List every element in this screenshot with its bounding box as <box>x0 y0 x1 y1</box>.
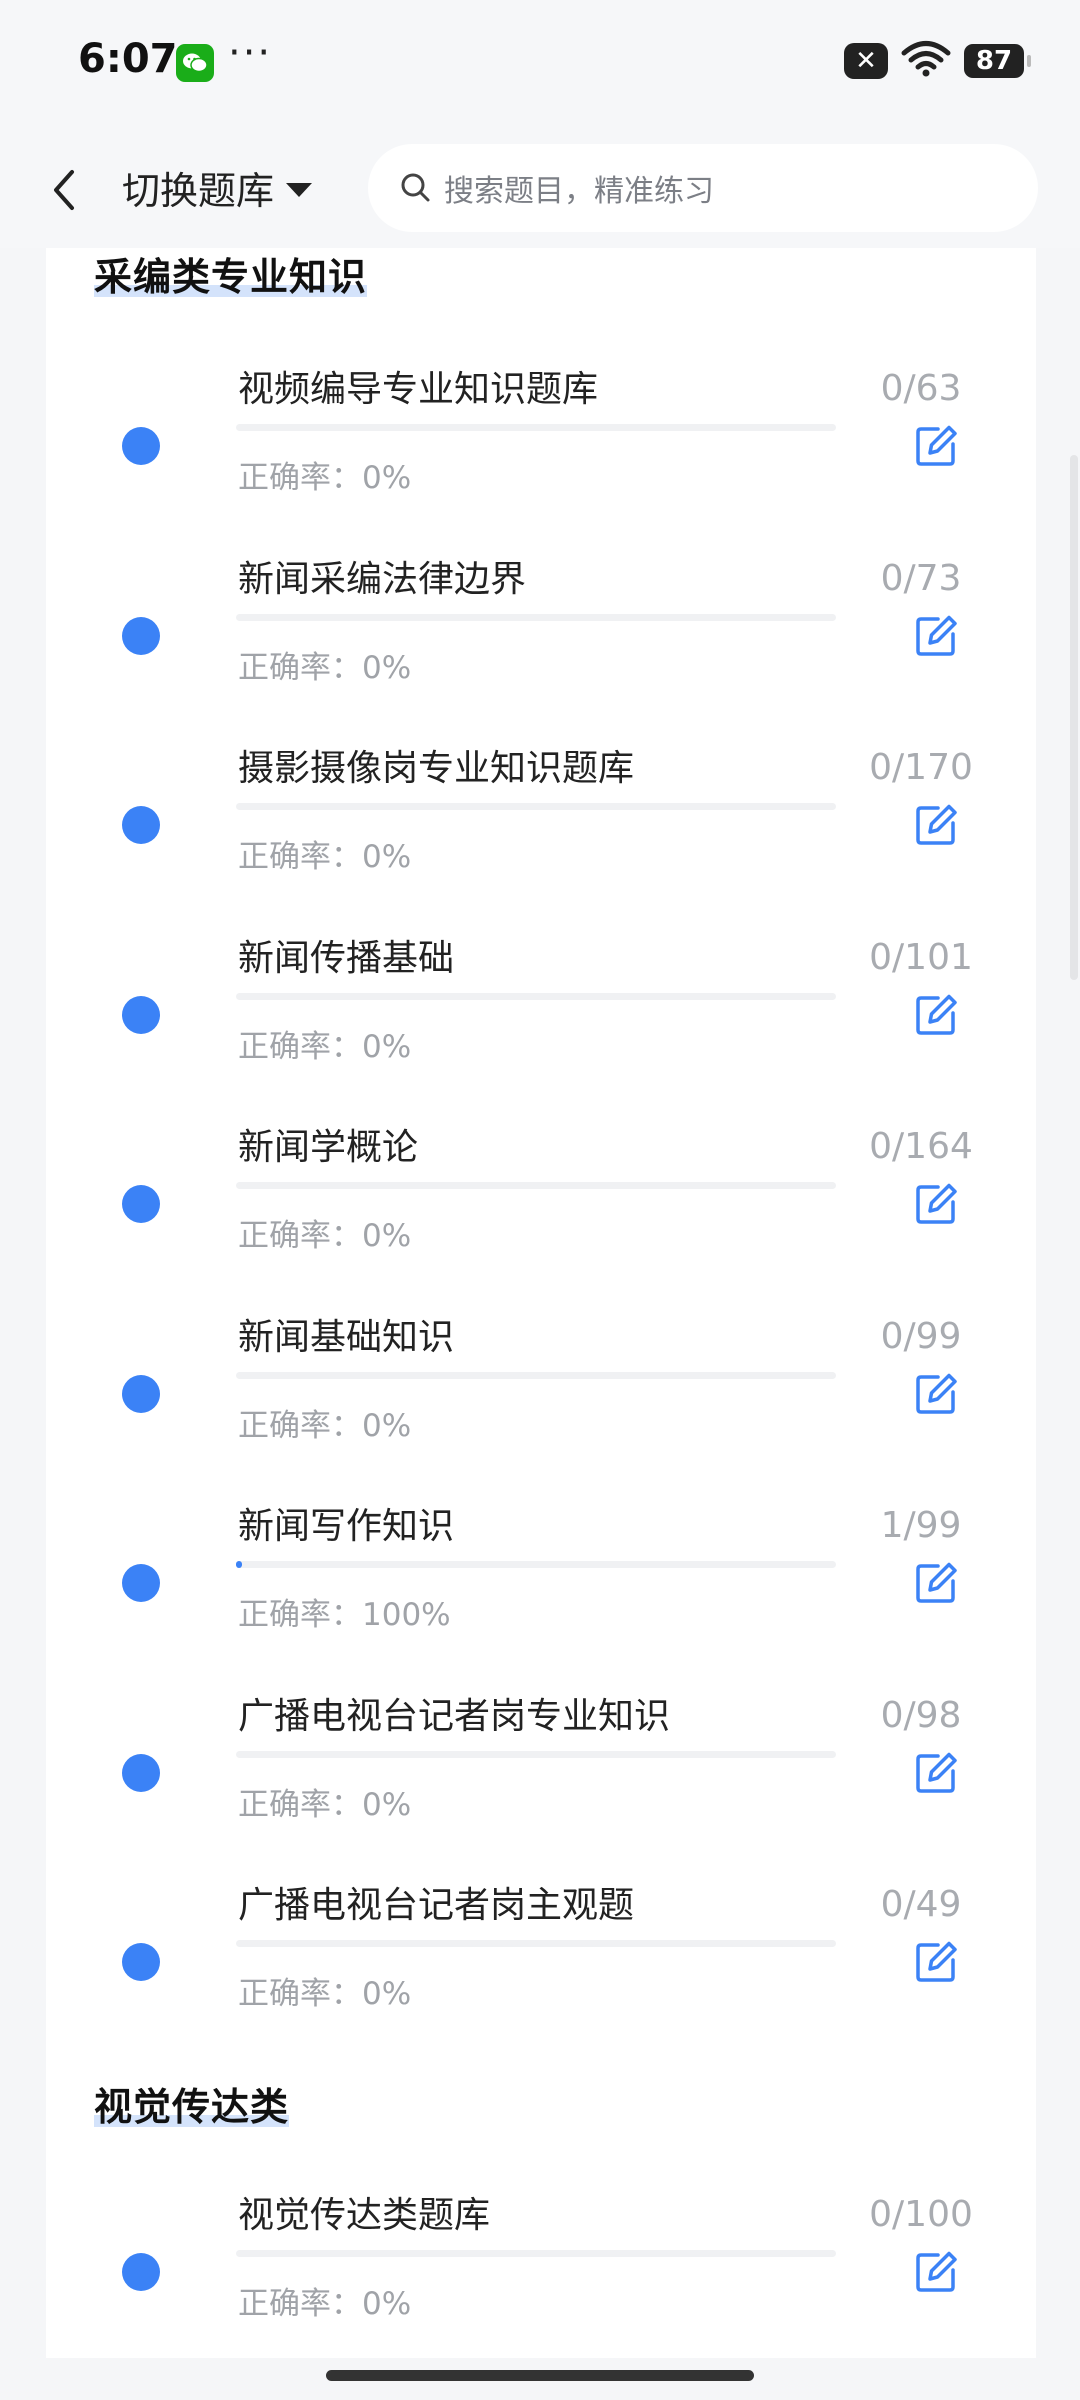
top-bar: 切换题库 搜索题目，精准练习 <box>0 130 1080 248</box>
progress-track <box>236 1371 836 1379</box>
progress-track <box>236 1940 836 1947</box>
accuracy-text: 正确率：0% <box>238 460 412 496</box>
bank-name: 新闻写作知识 <box>238 1506 455 1547</box>
bank-name: 广播电视台记者岗主观题 <box>238 1885 635 1926</box>
bank-name: 新闻采编法律边界 <box>238 558 527 600</box>
progress-count: 0/100 <box>869 2194 973 2235</box>
status-dot <box>122 427 160 465</box>
more-notifications-icon: ··· <box>228 30 273 76</box>
bank-name: 视觉传达类题库 <box>238 2195 491 2236</box>
caret-down-icon <box>286 182 313 197</box>
progress-track <box>236 1182 836 1189</box>
home-indicator[interactable] <box>326 2370 754 2381</box>
status-dot <box>122 806 160 844</box>
progress-track <box>236 1750 836 1758</box>
question-bank-item[interactable]: 广播电视台记者岗主观题正确率：0% 0/49 <box>46 1856 1036 2046</box>
wifi-icon <box>900 40 952 82</box>
edit-practice-icon[interactable] <box>914 1372 958 1416</box>
progress-count: 0/99 <box>880 1315 962 1357</box>
accuracy-text: 正确率：0% <box>238 2286 412 2322</box>
accuracy-text: 正确率：0% <box>238 1028 412 1065</box>
status-time: 6:07 <box>78 36 178 82</box>
section-title: 采编类专业知识 <box>94 246 368 301</box>
edit-practice-icon[interactable] <box>914 1940 958 1984</box>
section-title-text: 视觉传达类 <box>94 2085 290 2129</box>
search-icon <box>401 173 430 202</box>
accuracy-text: 正确率：0% <box>238 1976 412 2012</box>
accuracy-text: 正确率：0% <box>238 1786 412 1823</box>
progress-count: 0/63 <box>880 368 962 409</box>
bank-name: 新闻基础知识 <box>238 1316 455 1358</box>
edit-practice-icon[interactable] <box>914 993 958 1037</box>
question-bank-item[interactable]: 新闻基础知识正确率：0% 0/99 <box>46 1288 1036 1478</box>
section-title: 视觉传达类 <box>94 2076 290 2131</box>
bank-name: 摄影摄像岗专业知识题库 <box>238 748 635 789</box>
status-dot <box>122 1185 160 1223</box>
question-bank-item[interactable]: 视频编导专业知识题库正确率：0% 0/63 <box>46 340 1036 530</box>
switch-bank-dropdown[interactable]: 切换题库 <box>122 160 313 215</box>
bank-name: 新闻传播基础 <box>238 937 455 979</box>
progress-track <box>236 613 836 621</box>
accuracy-text: 正确率：0% <box>238 649 412 686</box>
close-badge-icon: ✕ <box>844 43 888 79</box>
progress-track <box>236 803 836 810</box>
progress-fill <box>236 1561 243 1568</box>
status-dot <box>122 995 160 1034</box>
progress-track <box>236 992 836 1000</box>
search-placeholder: 搜索题目，精准练习 <box>444 174 714 209</box>
accuracy-text: 正确率：100% <box>238 1597 451 1633</box>
progress-count: 0/101 <box>869 936 973 978</box>
question-bank-item[interactable]: 视觉传达类题库正确率：0% 0/100 <box>46 2166 1036 2356</box>
progress-count: 0/49 <box>880 1884 962 1925</box>
status-dot <box>122 1753 160 1792</box>
bank-name: 新闻学概论 <box>238 1127 419 1168</box>
edit-practice-icon[interactable] <box>914 1182 958 1226</box>
search-box[interactable]: 搜索题目，精准练习 <box>368 144 1038 232</box>
question-bank-item[interactable]: 新闻写作知识正确率：100% 1/99 <box>46 1477 1036 1667</box>
status-dot <box>122 2253 160 2291</box>
status-dot <box>122 616 160 655</box>
progress-count: 0/164 <box>869 1126 973 1167</box>
status-dot <box>122 1943 160 1981</box>
progress-track <box>236 2250 836 2257</box>
question-bank-list: 采编类专业知识 视频编导专业知识题库 正确率：0% 0/63 新闻采编法律边界 正确率：0… <box>46 248 1036 2358</box>
back-arrow-icon[interactable] <box>44 160 84 220</box>
edit-practice-icon[interactable] <box>914 803 958 847</box>
progress-track <box>236 1561 836 1568</box>
question-bank-item[interactable]: 摄影摄像岗专业知识题库正确率：0% 0/170 <box>46 719 1036 909</box>
edit-practice-icon[interactable] <box>914 1561 958 1605</box>
accuracy-text: 正确率：0% <box>238 1407 412 1444</box>
progress-track <box>236 424 836 431</box>
question-bank-item[interactable]: 广播电视台记者岗专业知识正确率：0% 0/98 <box>46 1667 1036 1857</box>
bank-name: 广播电视台记者岗专业知识 <box>238 1695 671 1737</box>
edit-practice-icon[interactable] <box>914 614 958 658</box>
status-dot <box>122 1564 160 1602</box>
question-bank-item[interactable]: 新闻传播基础正确率：0% 0/101 <box>46 909 1036 1099</box>
accuracy-text: 正确率：0% <box>238 1218 412 1254</box>
progress-count: 0/98 <box>880 1694 962 1736</box>
progress-count: 0/73 <box>880 557 962 599</box>
progress-count: 1/99 <box>880 1505 962 1546</box>
section-title-text: 采编类专业知识 <box>94 255 368 299</box>
status-dot <box>122 1374 160 1413</box>
switch-bank-label: 切换题库 <box>122 169 275 213</box>
edit-practice-icon[interactable] <box>914 424 958 468</box>
battery-icon: 87 <box>964 44 1031 78</box>
wechat-icon <box>176 44 214 82</box>
edit-practice-icon[interactable] <box>914 2250 958 2294</box>
status-bar: 6:07 ··· ✕ 87 <box>0 0 1080 130</box>
accuracy-text: 正确率：0% <box>238 839 412 875</box>
scrollbar-thumb[interactable] <box>1070 455 1078 980</box>
question-bank-item[interactable]: 新闻采编法律边界正确率：0% 0/73 <box>46 530 1036 720</box>
bank-name: 视频编导专业知识题库 <box>238 369 599 410</box>
edit-practice-icon[interactable] <box>914 1751 958 1795</box>
progress-count: 0/170 <box>869 747 973 788</box>
question-bank-item[interactable]: 新闻学概论正确率：0% 0/164 <box>46 1098 1036 1288</box>
